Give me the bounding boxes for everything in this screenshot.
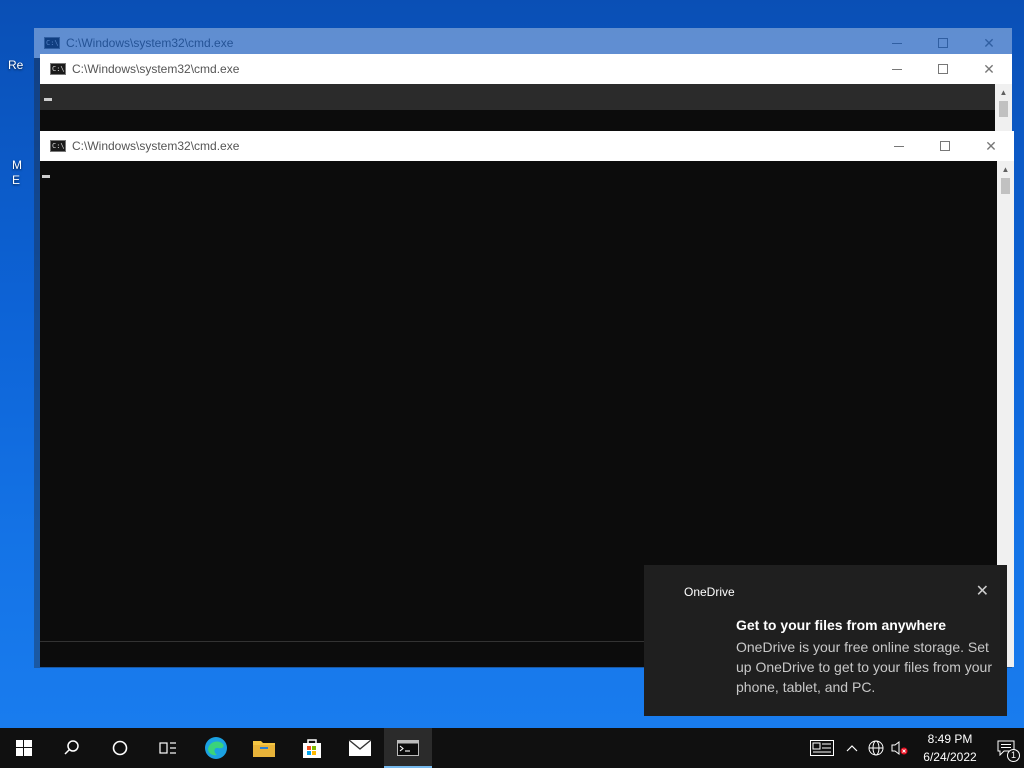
console-cursor [44, 98, 52, 101]
taskbar-clock[interactable]: 8:49 PM 6/24/2022 [912, 730, 988, 766]
search-icon [64, 740, 79, 755]
taskbar: 8:49 PM 6/24/2022 1 [0, 728, 1024, 768]
window-title: C:\Windows\system32\cmd.exe [66, 36, 234, 50]
cmd-icon: C:\ [44, 37, 60, 49]
show-hidden-icons-button[interactable] [840, 728, 864, 768]
network-button[interactable] [864, 728, 888, 768]
edge-icon [205, 737, 227, 759]
desktop-icon-recycle-bin-label[interactable]: Re [8, 58, 23, 72]
desktop-icon-edge-label[interactable]: M [12, 158, 22, 172]
search-button[interactable] [48, 728, 96, 768]
toast-close-button[interactable]: ✕ [976, 581, 989, 601]
maximize-button[interactable] [922, 131, 968, 161]
scroll-thumb[interactable] [999, 101, 1008, 117]
mail-icon [348, 739, 372, 756]
action-center-button[interactable]: 1 [988, 728, 1024, 768]
notification-count-badge: 1 [1007, 749, 1020, 762]
news-widget-button[interactable] [804, 728, 840, 768]
file-explorer-button[interactable] [240, 728, 288, 768]
minimize-button[interactable] [876, 131, 922, 161]
start-button[interactable] [0, 728, 48, 768]
close-button[interactable]: ✕ [966, 54, 1012, 84]
folder-icon [253, 741, 275, 757]
clock-date: 6/24/2022 [923, 750, 977, 764]
windows-logo-icon [16, 740, 32, 756]
window-title: C:\Windows\system32\cmd.exe [72, 62, 240, 76]
cmd-icon: C:\ [50, 140, 66, 152]
edge-taskbar-button[interactable] [192, 728, 240, 768]
scroll-thumb[interactable] [1001, 178, 1010, 194]
scrollbar[interactable]: ▲ [995, 84, 1012, 134]
task-view-icon [159, 742, 176, 754]
command-prompt-taskbar-button[interactable] [384, 728, 432, 768]
news-icon [810, 740, 834, 756]
cmd-icon: C:\ [50, 63, 66, 75]
close-button[interactable]: ✕ [968, 131, 1014, 161]
store-button[interactable] [288, 728, 336, 768]
volume-muted-icon [891, 741, 908, 755]
task-view-button[interactable] [144, 728, 192, 768]
cortana-icon [112, 740, 128, 756]
ghost-titlebar [40, 84, 995, 110]
window-title: C:\Windows\system32\cmd.exe [72, 139, 240, 153]
system-tray: 8:49 PM 6/24/2022 1 [804, 728, 1024, 768]
toast-body: OneDrive is your free online storage. Se… [736, 639, 992, 695]
toast-heading: Get to your files from anywhere [736, 617, 947, 633]
toast-app-name: OneDrive [684, 585, 735, 599]
clock-time: 8:49 PM [927, 732, 973, 746]
cmd-window-front-titlebar[interactable]: C:\ C:\Windows\system32\cmd.exe ✕ [40, 131, 1014, 161]
volume-button[interactable] [888, 728, 912, 768]
desktop-icon-edge-label-2: E [12, 173, 21, 187]
minimize-button[interactable] [874, 54, 920, 84]
mail-button[interactable] [336, 728, 384, 768]
command-prompt-icon [397, 740, 419, 756]
scroll-up-icon[interactable]: ▲ [995, 84, 1012, 101]
cmd-window-middle[interactable]: C:\ C:\Windows\system32\cmd.exe ✕ ▲ [40, 54, 1012, 134]
cortana-button[interactable] [96, 728, 144, 768]
console-cursor [42, 175, 50, 178]
globe-icon [868, 740, 884, 756]
store-icon [303, 739, 321, 758]
onedrive-toast[interactable]: OneDrive ✕ Get to your files from anywhe… [644, 565, 1007, 716]
maximize-button[interactable] [920, 54, 966, 84]
scroll-up-icon[interactable]: ▲ [997, 161, 1014, 178]
chevron-up-icon [846, 745, 858, 752]
cmd-window-middle-titlebar[interactable]: C:\ C:\Windows\system32\cmd.exe ✕ [40, 54, 1012, 84]
